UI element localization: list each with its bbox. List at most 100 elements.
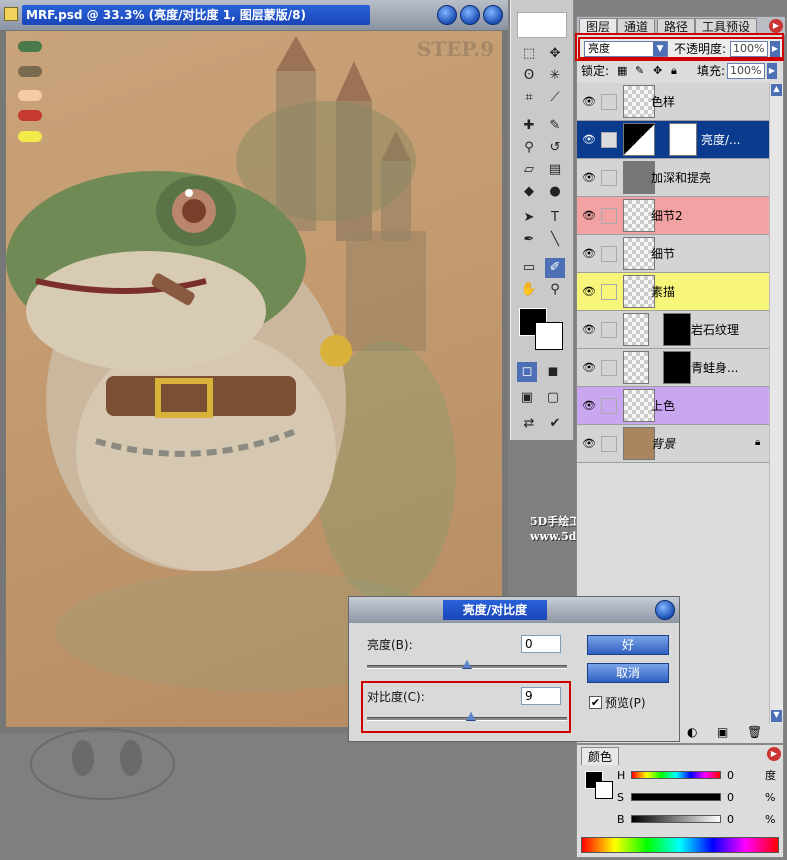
layer-row[interactable]: 👁︎ 素描 bbox=[577, 273, 769, 311]
pen-tool[interactable]: ✒ bbox=[519, 230, 539, 250]
lock-all-icon[interactable]: 🔒︎ bbox=[671, 61, 677, 81]
history-brush-tool[interactable]: ↺ bbox=[545, 138, 565, 158]
path-selection-tool[interactable]: ➤ bbox=[519, 208, 539, 228]
gradient-tool[interactable]: ▤ bbox=[545, 160, 565, 180]
brush-tool[interactable]: ✎ bbox=[545, 116, 565, 136]
cancel-button[interactable]: 取消 bbox=[587, 663, 669, 683]
magic-wand-tool[interactable]: ✳ bbox=[545, 66, 565, 86]
eye-icon[interactable]: 👁︎ bbox=[581, 246, 597, 262]
contrast-slider[interactable] bbox=[367, 712, 567, 721]
eye-icon[interactable]: 👁︎ bbox=[581, 132, 597, 148]
screen-mode-button[interactable]: ▣ bbox=[517, 388, 537, 408]
opacity-input[interactable]: 100% bbox=[730, 41, 768, 57]
clone-stamp-tool[interactable]: ⚲ bbox=[519, 138, 539, 158]
layer-row[interactable]: 👁︎ 细节 bbox=[577, 235, 769, 273]
link-box[interactable] bbox=[601, 246, 617, 262]
eye-icon[interactable]: 👁︎ bbox=[581, 322, 597, 338]
color-ramp[interactable] bbox=[581, 837, 779, 853]
tab-layers[interactable]: 图层 bbox=[579, 18, 618, 35]
trash-icon[interactable]: 🗑︎ bbox=[747, 725, 762, 739]
link-box[interactable] bbox=[601, 360, 617, 376]
opacity-arrow-icon[interactable]: ▶ bbox=[770, 41, 780, 57]
layer-row[interactable]: 👁︎ 色样 bbox=[577, 83, 769, 121]
preview-checkbox[interactable]: ✔ bbox=[589, 696, 602, 709]
layer-row[interactable]: 👁︎ 亮度/... bbox=[577, 121, 769, 159]
tab-tool-presets[interactable]: 工具预设 bbox=[695, 18, 758, 35]
link-box[interactable] bbox=[601, 170, 617, 186]
slice-tool[interactable]: ⟋ bbox=[545, 88, 565, 108]
eraser-tool[interactable]: ▱ bbox=[519, 160, 539, 180]
jump-to-imageready-button[interactable]: ⇄ bbox=[519, 414, 539, 434]
standard-mode-button[interactable]: ◻ bbox=[517, 362, 537, 382]
blend-mode-select[interactable]: 亮度 ▼ bbox=[584, 41, 668, 57]
saturation-value[interactable]: 0 bbox=[727, 791, 734, 805]
layer-row[interactable]: 👁︎ 加深和提亮 bbox=[577, 159, 769, 197]
scroll-up-icon[interactable]: ▲ bbox=[771, 84, 782, 96]
background-swatch[interactable] bbox=[595, 781, 613, 799]
eyedropper-tool[interactable]: ✐ bbox=[545, 258, 565, 278]
layers-scrollbar[interactable]: ▲ ▼ bbox=[769, 83, 783, 723]
contrast-input[interactable]: 9 bbox=[521, 687, 561, 705]
eye-icon[interactable]: 👁︎ bbox=[581, 360, 597, 376]
document-titlebar[interactable]: MRF.psd @ 33.3% (亮度/对比度 1, 图层蒙版/8) bbox=[0, 0, 508, 30]
zoom-tool[interactable]: ⚲ bbox=[545, 280, 565, 300]
lock-transparency-icon[interactable]: ▦ bbox=[617, 61, 627, 81]
ok-button[interactable]: 好 bbox=[587, 635, 669, 655]
layer-row[interactable]: 👁︎ 上色 bbox=[577, 387, 769, 425]
minimize-button[interactable] bbox=[437, 5, 457, 25]
eye-icon[interactable]: 👁︎ bbox=[581, 94, 597, 110]
blur-tool[interactable]: ◆ bbox=[519, 182, 539, 202]
panel-menu-icon[interactable]: ▶ bbox=[767, 747, 781, 761]
lasso-tool[interactable]: ʘ bbox=[519, 66, 539, 86]
link-box[interactable] bbox=[601, 322, 617, 338]
hue-value[interactable]: 0 bbox=[727, 769, 734, 783]
link-box[interactable] bbox=[601, 436, 617, 452]
eye-icon[interactable]: 👁︎ bbox=[581, 170, 597, 186]
link-box[interactable] bbox=[601, 94, 617, 110]
layer-row[interactable]: 👁︎ 岩石纹理 bbox=[577, 311, 769, 349]
quick-mask-button[interactable]: ◼ bbox=[543, 362, 563, 382]
brightness-slider[interactable] bbox=[631, 815, 721, 823]
fill-input[interactable]: 100% bbox=[727, 63, 765, 79]
brightness-slider-handle[interactable] bbox=[462, 660, 472, 669]
fill-arrow-icon[interactable]: ▶ bbox=[767, 63, 777, 79]
tab-color[interactable]: 颜色 bbox=[581, 747, 620, 765]
maximize-button[interactable] bbox=[460, 5, 480, 25]
eye-icon[interactable]: 👁︎ bbox=[581, 284, 597, 300]
hand-tool[interactable]: ✋ bbox=[519, 280, 539, 300]
lock-position-icon[interactable]: ✥ bbox=[653, 61, 662, 81]
link-box[interactable] bbox=[601, 398, 617, 414]
background-color[interactable] bbox=[535, 322, 563, 350]
eye-icon[interactable]: 👁︎ bbox=[581, 436, 597, 452]
line-tool[interactable]: ╲ bbox=[545, 230, 565, 250]
eye-icon[interactable]: 👁︎ bbox=[581, 398, 597, 414]
marquee-tool[interactable]: ⬚ bbox=[519, 44, 539, 64]
dialog-titlebar[interactable]: 亮度/对比度 bbox=[349, 597, 679, 623]
dodge-tool[interactable]: ● bbox=[545, 182, 565, 202]
dialog-close-button[interactable] bbox=[655, 600, 675, 620]
healing-brush-tool[interactable]: ✚ bbox=[519, 116, 539, 136]
eye-icon[interactable]: 👁︎ bbox=[581, 208, 597, 224]
close-button[interactable] bbox=[483, 5, 503, 25]
layer-row[interactable]: 👁︎ 背景 🔒︎ bbox=[577, 425, 769, 463]
layer-row[interactable]: 👁︎ 细节2 bbox=[577, 197, 769, 235]
notes-tool[interactable]: ▭ bbox=[519, 258, 539, 278]
hue-slider[interactable] bbox=[631, 771, 721, 779]
new-layer-icon[interactable]: ▣ bbox=[717, 725, 728, 739]
tab-channels[interactable]: 通道 bbox=[617, 18, 656, 35]
panel-menu-icon[interactable]: ▶ bbox=[769, 19, 783, 33]
saturation-slider[interactable] bbox=[631, 793, 721, 801]
lock-pixels-icon[interactable]: ✎ bbox=[635, 61, 644, 81]
link-box[interactable] bbox=[601, 284, 617, 300]
move-tool[interactable]: ✥ bbox=[545, 44, 565, 64]
tab-paths[interactable]: 路径 bbox=[657, 18, 696, 35]
link-box[interactable] bbox=[601, 208, 617, 224]
type-tool[interactable]: T bbox=[545, 208, 565, 228]
brightness-input[interactable]: 0 bbox=[521, 635, 561, 653]
scroll-down-icon[interactable]: ▼ bbox=[771, 710, 782, 722]
fullscreen-mode-button[interactable]: ▢ bbox=[543, 388, 563, 408]
brightness-value[interactable]: 0 bbox=[727, 813, 734, 827]
layer-row[interactable]: 👁︎ 青蛙身... bbox=[577, 349, 769, 387]
crop-tool[interactable]: ⌗ bbox=[519, 88, 539, 108]
brightness-slider[interactable] bbox=[367, 660, 567, 669]
